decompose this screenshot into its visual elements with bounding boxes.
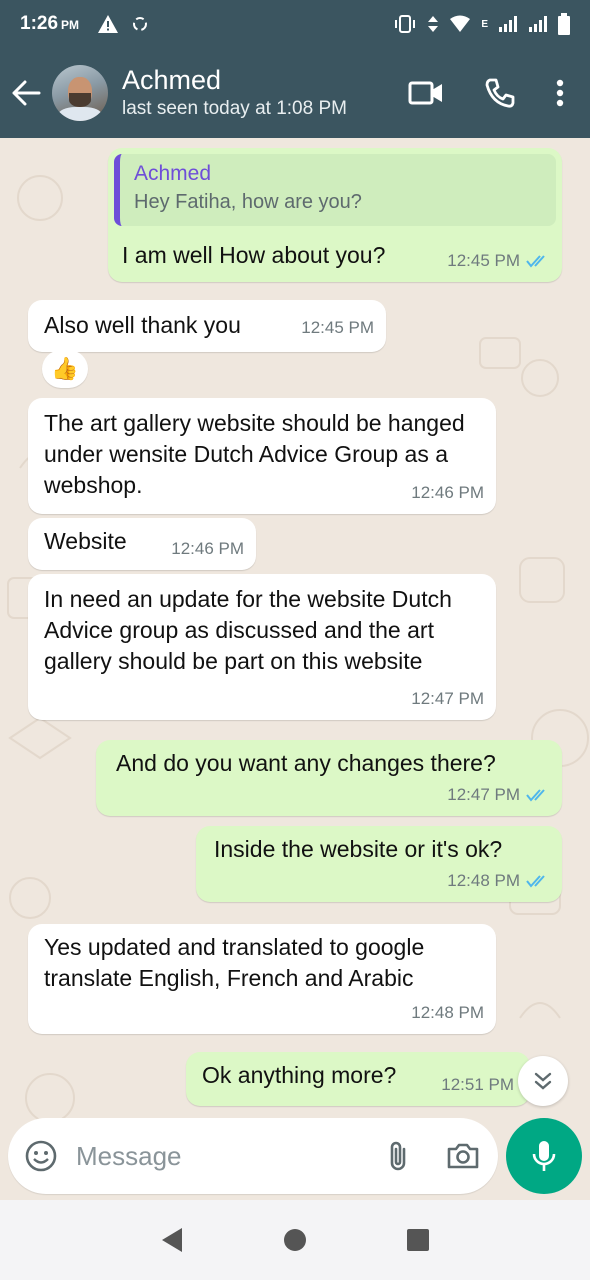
message-bubble-incoming[interactable]: The art gallery website should be hanged…	[28, 398, 496, 514]
message-bubble-outgoing[interactable]: Inside the website or it's ok? 12:48 PM	[196, 826, 562, 902]
last-seen: last seen today at 1:08 PM	[122, 98, 347, 119]
message-time: 12:45 PM	[301, 318, 374, 337]
status-left-icons	[97, 14, 149, 34]
double-chevron-down-icon	[534, 1072, 552, 1090]
voice-record-button[interactable]	[506, 1118, 582, 1194]
nav-back-icon[interactable]	[160, 1227, 184, 1253]
message-meta: 12:45 PM	[301, 312, 374, 343]
quoted-text: Hey Fatiha, how are you?	[134, 191, 362, 213]
nav-recents-icon[interactable]	[406, 1228, 430, 1252]
back-arrow-icon	[12, 80, 41, 106]
status-right-icons: E	[393, 13, 570, 35]
camera-icon[interactable]	[446, 1142, 480, 1170]
emoji-icon[interactable]	[24, 1139, 58, 1173]
message-meta: 12:45 PM	[447, 245, 550, 276]
message-meta: 12:48 PM	[447, 865, 550, 896]
message-time: 12:46 PM	[171, 539, 244, 558]
network-type-label: E	[481, 18, 488, 30]
message-composer: Message	[8, 1118, 498, 1194]
mic-icon	[532, 1141, 556, 1171]
message-time: 12:47 PM	[411, 689, 484, 708]
message-meta: 12:47 PM	[411, 683, 484, 714]
back-button[interactable]	[0, 80, 52, 106]
more-vert-icon[interactable]	[556, 79, 564, 107]
read-receipt-icon	[526, 874, 545, 888]
status-time: 1:26 PM	[20, 13, 80, 34]
scroll-to-bottom-button[interactable]	[518, 1056, 568, 1106]
contact-name: Achmed	[122, 65, 222, 95]
message-time: 12:48 PM	[447, 871, 520, 890]
message-text: In need an update for the website Dutch …	[44, 586, 452, 674]
message-time: 12:47 PM	[447, 785, 520, 804]
quoted-sender: Achmed	[134, 162, 212, 185]
message-input[interactable]: Message	[76, 1141, 182, 1172]
message-bubble-incoming[interactable]: In need an update for the website Dutch …	[28, 574, 496, 720]
wifi-icon	[450, 15, 471, 32]
message-meta: 12:46 PM	[411, 477, 484, 508]
system-nav-bar	[0, 1200, 590, 1280]
read-receipt-icon	[526, 788, 545, 802]
message-bubble-incoming[interactable]: Website 12:46 PM	[28, 518, 256, 570]
warning-icon	[98, 15, 119, 33]
phone-icon[interactable]	[484, 77, 516, 109]
message-time: 12:48 PM	[411, 1003, 484, 1022]
message-bubble-incoming[interactable]: Also well thank you 12:45 PM	[28, 300, 386, 352]
quoted-message[interactable]: Achmed Hey Fatiha, how are you?	[114, 154, 556, 226]
message-text: Yes updated and translated to google tra…	[44, 934, 425, 991]
message-text: Ok anything more?	[202, 1062, 397, 1088]
data-arrows-icon	[428, 16, 439, 32]
message-meta: 12:47 PM	[447, 779, 550, 810]
message-text: Website	[44, 528, 127, 554]
video-call-icon[interactable]	[408, 80, 444, 106]
header-actions	[408, 77, 590, 109]
message-time: 12:51 PM	[441, 1075, 514, 1094]
message-reaction[interactable]: 👍	[42, 350, 88, 388]
message-text: Also well thank you	[44, 312, 241, 338]
attach-icon[interactable]	[386, 1139, 410, 1173]
read-receipt-icon	[526, 254, 545, 268]
vibrate-icon	[395, 15, 416, 33]
avatar[interactable]	[52, 65, 108, 121]
contact-info[interactable]: Achmed last seen today at 1:08 PM	[122, 64, 347, 122]
message-bubble-outgoing[interactable]: Achmed Hey Fatiha, how are you? I am wel…	[108, 148, 562, 282]
message-meta: 12:48 PM	[411, 997, 484, 1028]
message-bubble-outgoing[interactable]: And do you want any changes there? 12:47…	[96, 740, 562, 816]
message-meta: 12:46 PM	[171, 533, 244, 564]
nav-home-icon[interactable]	[283, 1228, 307, 1252]
message-time: 12:45 PM	[447, 251, 520, 270]
battery-icon	[558, 13, 570, 35]
reaction-emoji: 👍	[51, 356, 79, 381]
message-bubble-incoming[interactable]: Yes updated and translated to google tra…	[28, 924, 496, 1034]
composer-actions	[386, 1139, 498, 1173]
status-bar: 1:26 PM E	[0, 0, 590, 48]
signal-icon	[499, 16, 517, 32]
message-bubble-outgoing[interactable]: Ok anything more? 12:51 PM	[186, 1052, 530, 1106]
message-time: 12:46 PM	[411, 483, 484, 502]
chat-header: Achmed last seen today at 1:08 PM	[0, 48, 590, 138]
message-text: Inside the website or it's ok?	[214, 836, 503, 862]
chat-area[interactable]: Achmed Hey Fatiha, how are you? I am wel…	[0, 138, 590, 1120]
recycle-icon	[133, 17, 148, 31]
message-text: I am well How about you?	[122, 242, 386, 268]
message-text: And do you want any changes there?	[116, 750, 496, 776]
signal-icon	[529, 16, 547, 32]
message-meta: 12:51 PM	[441, 1069, 514, 1100]
